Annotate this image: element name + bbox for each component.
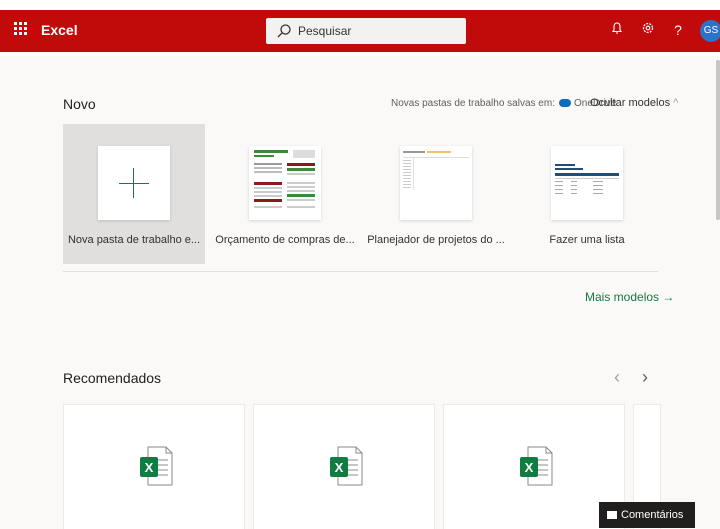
search-input[interactable]: Pesquisar: [298, 24, 351, 38]
scrollbar[interactable]: [716, 60, 720, 220]
onedrive-icon: [558, 99, 571, 107]
recomendados-title: Recomendados: [63, 370, 162, 386]
template-blank-workbook[interactable]: Nova pasta de trabalho e...: [63, 124, 205, 264]
feedback-button[interactable]: Comentários: [599, 502, 695, 528]
help-icon[interactable]: ?: [668, 20, 688, 40]
template-label: Planejador de projetos do ...: [367, 234, 505, 246]
more-templates-link[interactable]: Mais modelos →: [585, 290, 674, 304]
chevron-left-icon[interactable]: ‹: [614, 367, 620, 388]
save-note-text: Novas pastas de trabalho salvas em:: [391, 98, 555, 109]
app-name[interactable]: Excel: [41, 22, 78, 38]
hide-templates-button[interactable]: Ocultar modelos ^: [590, 97, 678, 109]
template-label: Orçamento de compras de...: [215, 234, 355, 246]
recommended-card[interactable]: X: [253, 404, 435, 529]
chevron-up-icon: ^: [673, 97, 679, 109]
blank-workbook-thumbnail: [98, 146, 170, 220]
svg-text:X: X: [335, 460, 344, 475]
novo-title: Novo: [63, 96, 96, 112]
app-header: Excel Pesquisar ? GS: [0, 10, 720, 52]
search-box[interactable]: Pesquisar: [266, 18, 466, 44]
hide-templates-label: Ocultar modelos: [590, 97, 671, 109]
gear-icon[interactable]: [638, 20, 658, 40]
excel-file-icon: X: [330, 446, 363, 486]
app-launcher-icon[interactable]: [14, 22, 28, 36]
more-templates-label: Mais modelos: [585, 290, 660, 304]
plus-icon: [98, 146, 170, 220]
template-label: Fazer uma lista: [549, 234, 625, 246]
template-label: Nova pasta de trabalho e...: [67, 234, 201, 246]
save-location-note: Novas pastas de trabalho salvas em: OneDr…: [391, 98, 616, 109]
bell-icon[interactable]: [607, 20, 627, 40]
template-shopping-budget[interactable]: Orçamento de compras de...: [214, 124, 356, 264]
project-planner-thumbnail: [400, 146, 472, 220]
section-divider: [63, 271, 658, 272]
template-project-planner[interactable]: Planejador de projetos do ...: [365, 124, 507, 264]
comment-icon: [607, 511, 617, 519]
avatar[interactable]: GS: [700, 20, 720, 42]
svg-text:X: X: [145, 460, 154, 475]
excel-file-icon: X: [520, 446, 553, 486]
feedback-label: Comentários: [621, 509, 684, 521]
shopping-budget-thumbnail: [249, 146, 321, 220]
svg-text:X: X: [525, 460, 534, 475]
arrow-right-icon: →: [662, 290, 675, 304]
search-icon: [277, 24, 291, 38]
template-make-list[interactable]: Fazer uma lista: [516, 124, 658, 264]
chevron-right-icon[interactable]: ›: [642, 367, 648, 388]
recommended-card[interactable]: X: [443, 404, 625, 529]
recommended-card[interactable]: X: [63, 404, 245, 529]
excel-file-icon: X: [140, 446, 173, 486]
make-list-thumbnail: [551, 146, 623, 220]
